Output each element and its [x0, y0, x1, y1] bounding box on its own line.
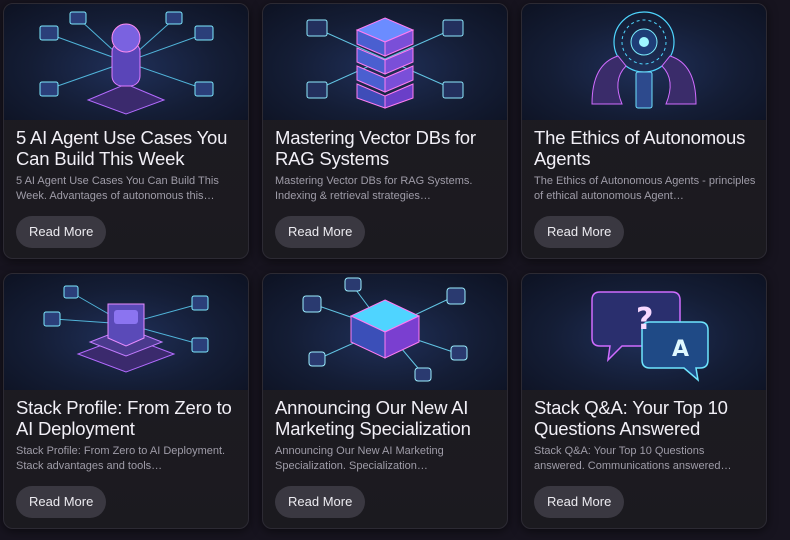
- article-title[interactable]: Announcing Our New AI Marketing Speciali…: [275, 397, 499, 439]
- article-card[interactable]: ? A Stack Q&A: Your Top 10 Questions Ans…: [521, 273, 767, 529]
- svg-text:?: ?: [636, 302, 653, 337]
- read-more-button[interactable]: Read More: [16, 486, 107, 518]
- article-thumbnail[interactable]: [4, 4, 248, 120]
- article-excerpt: Mastering Vector DBs for RAG Systems. In…: [275, 175, 473, 202]
- article-card[interactable]: Stack Profile: From Zero to AI Deploymen…: [3, 273, 249, 529]
- read-more-button[interactable]: Read More: [534, 216, 625, 248]
- article-card[interactable]: Announcing Our New AI Marketing Speciali…: [262, 273, 508, 529]
- article-title[interactable]: Stack Profile: From Zero to AI Deploymen…: [16, 397, 240, 439]
- article-title[interactable]: Mastering Vector DBs for RAG Systems: [275, 127, 499, 169]
- marketing-network-icon: [302, 277, 468, 382]
- read-more-button[interactable]: Read More: [275, 216, 366, 248]
- article-grid: 5 AI Agent Use Cases You Can Build This …: [0, 0, 790, 540]
- read-more-button[interactable]: Read More: [534, 486, 625, 518]
- article-thumbnail[interactable]: ? A: [522, 274, 766, 390]
- article-card[interactable]: The Ethics of Autonomous Agents The Ethi…: [521, 3, 767, 259]
- article-thumbnail[interactable]: [263, 4, 507, 120]
- vector-database-icon: [306, 17, 464, 109]
- ai-agent-network-icon: [39, 11, 214, 115]
- article-thumbnail[interactable]: [4, 274, 248, 390]
- read-more-button[interactable]: Read More: [275, 486, 366, 518]
- article-excerpt: Stack Q&A: Your Top 10 Questions answere…: [534, 445, 732, 472]
- article-title[interactable]: Stack Q&A: Your Top 10 Questions Answere…: [534, 397, 758, 439]
- read-more-button[interactable]: Read More: [16, 216, 107, 248]
- article-excerpt: Stack Profile: From Zero to AI Deploymen…: [16, 445, 226, 472]
- article-thumbnail[interactable]: [522, 4, 766, 120]
- article-excerpt: 5 AI Agent Use Cases You Can Build This …: [16, 175, 219, 202]
- stack-deployment-icon: [43, 285, 209, 373]
- qa-speech-bubble-icon: ? A: [591, 291, 709, 382]
- article-excerpt: Announcing Our New AI Marketing Speciali…: [275, 445, 444, 472]
- article-title[interactable]: The Ethics of Autonomous Agents: [534, 127, 758, 169]
- article-card[interactable]: Mastering Vector DBs for RAG Systems Mas…: [262, 3, 508, 259]
- article-title[interactable]: 5 AI Agent Use Cases You Can Build This …: [16, 127, 240, 169]
- article-thumbnail[interactable]: [263, 274, 507, 390]
- article-card[interactable]: 5 AI Agent Use Cases You Can Build This …: [3, 3, 249, 259]
- article-excerpt: The Ethics of Autonomous Agents - princi…: [534, 175, 756, 202]
- hands-ethics-icon: [591, 11, 697, 109]
- svg-text:A: A: [672, 337, 689, 362]
